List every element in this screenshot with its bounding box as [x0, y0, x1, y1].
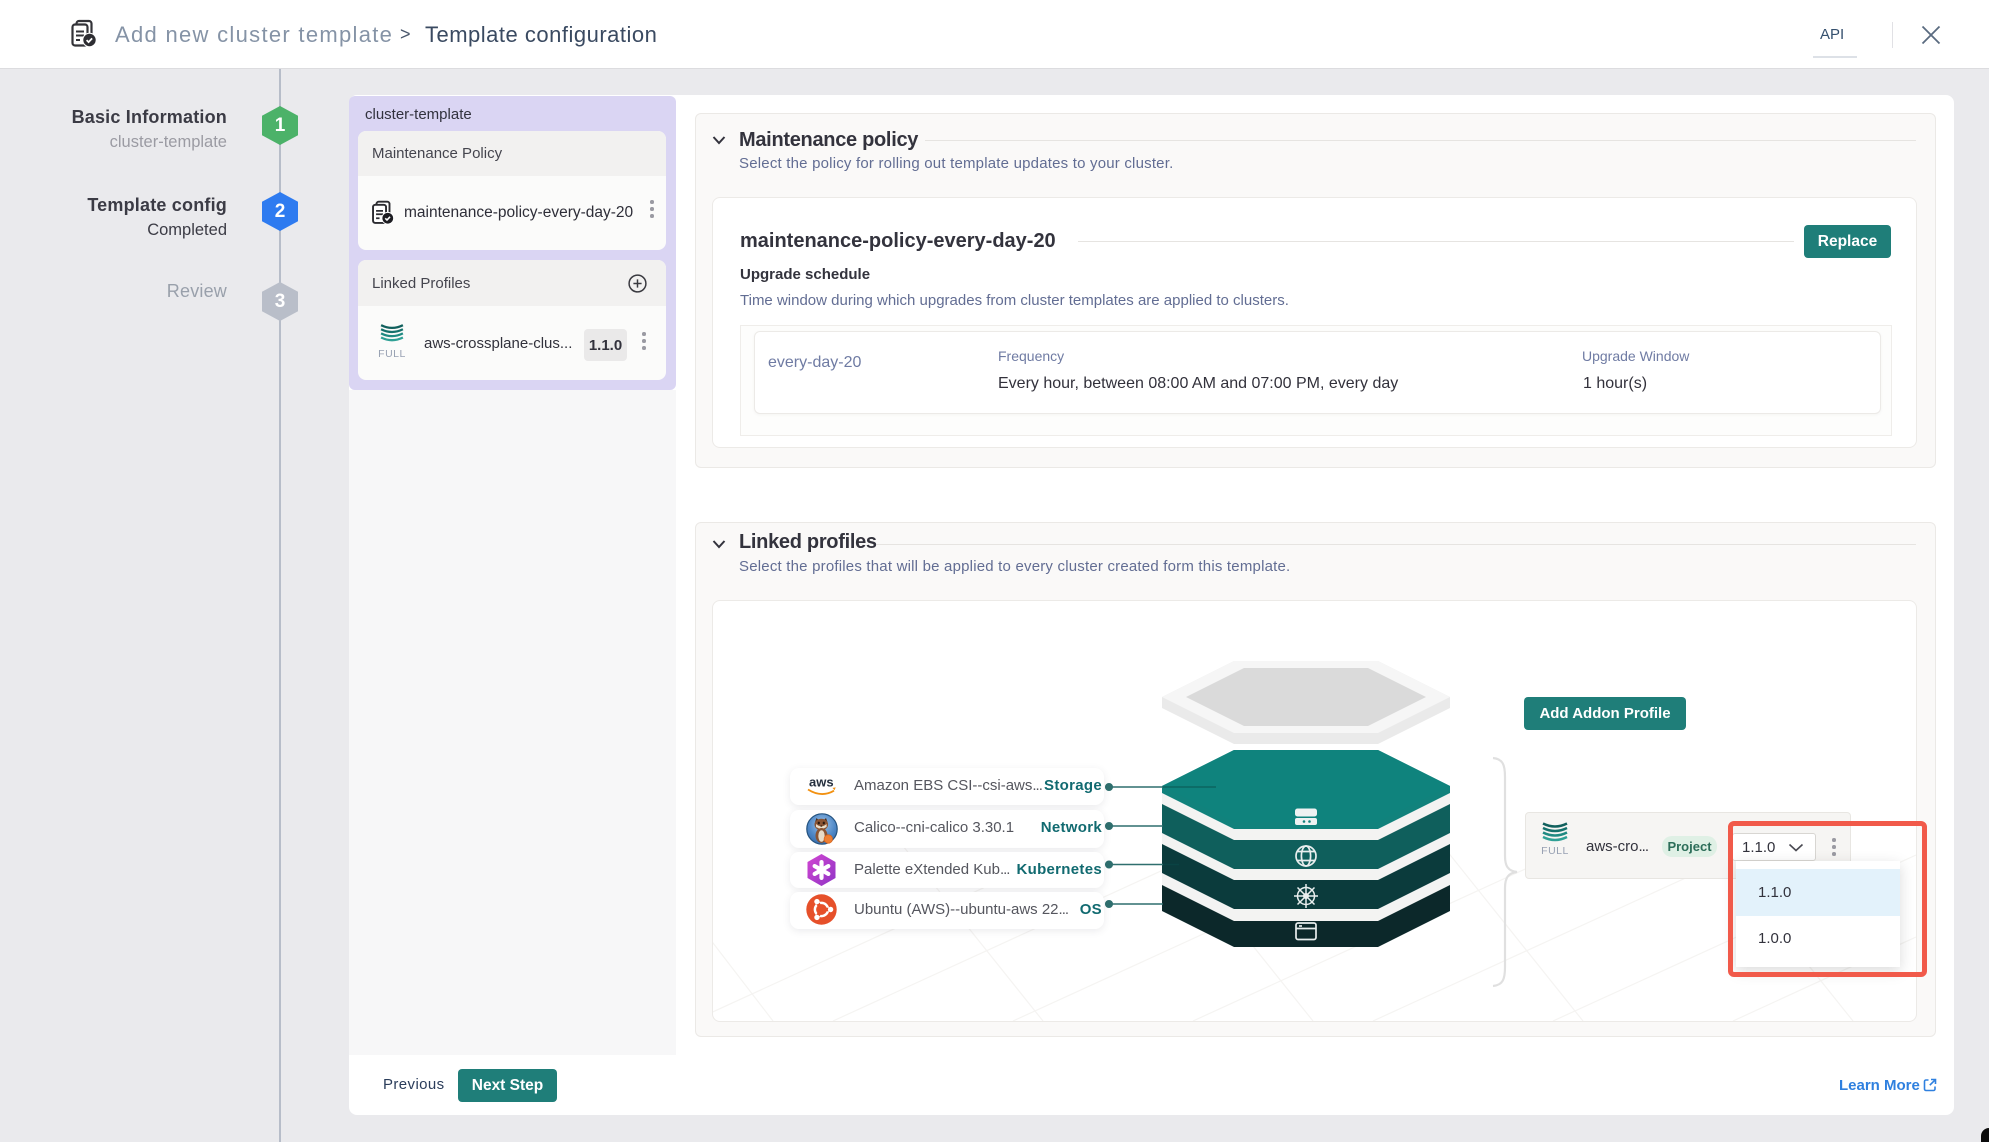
- svg-text:aws: aws: [809, 775, 834, 790]
